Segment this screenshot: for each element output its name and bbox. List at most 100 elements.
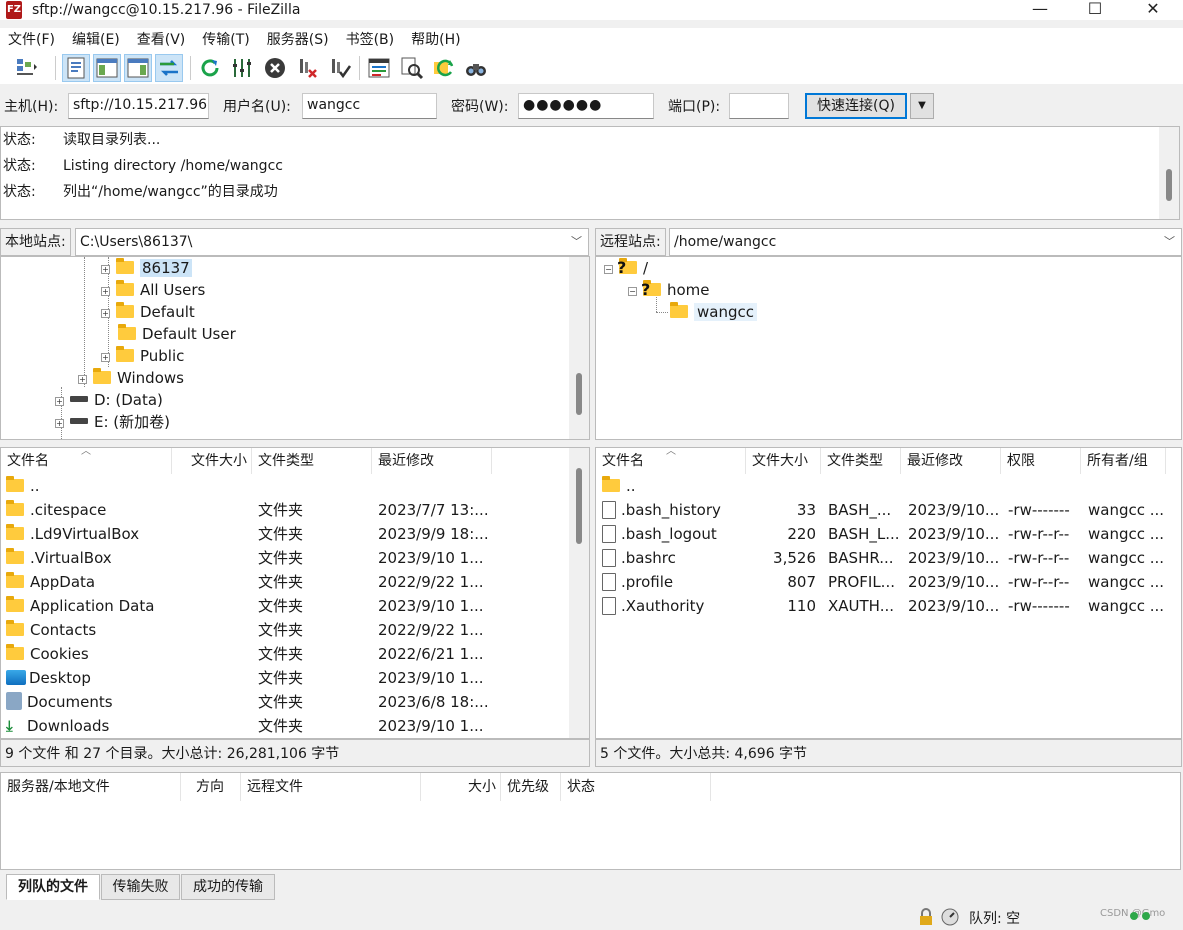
column-header-type[interactable]: 文件类型: [821, 448, 901, 474]
column-header-size[interactable]: 文件大小: [172, 448, 252, 474]
expand-icon[interactable]: +: [101, 353, 110, 362]
table-row[interactable]: ..: [1, 474, 589, 498]
tab-queued-files[interactable]: 列队的文件: [6, 874, 100, 900]
scroll-thumb[interactable]: [576, 373, 582, 415]
menu-server[interactable]: 服务器(S): [259, 28, 338, 52]
collapse-icon[interactable]: −: [604, 265, 613, 274]
table-row[interactable]: .Xauthority 110 XAUTH... 2023/9/10... -rw---…: [596, 594, 1181, 618]
column-header-permissions[interactable]: 权限: [1001, 448, 1081, 474]
process-queue-button[interactable]: [228, 54, 256, 82]
column-header-size[interactable]: 文件大小: [746, 448, 821, 474]
scroll-thumb[interactable]: [576, 468, 582, 544]
table-row[interactable]: .Ld9VirtualBox 文件夹 2023/9/9 18:...: [1, 522, 589, 546]
column-header-remote-file[interactable]: 远程文件: [241, 773, 421, 801]
tab-successful-transfers[interactable]: 成功的传输: [181, 874, 275, 900]
menu-help[interactable]: 帮助(H): [403, 28, 469, 52]
expand-icon[interactable]: +: [55, 419, 64, 428]
tree-item-wangcc[interactable]: wangcc: [670, 301, 757, 323]
table-row[interactable]: Documents 文件夹 2023/6/8 18:...: [1, 690, 589, 714]
table-row[interactable]: Application Data 文件夹 2023/9/10 1...: [1, 594, 589, 618]
sync-browse-icon: [434, 59, 454, 77]
tree-item-home[interactable]: −? home: [628, 279, 710, 301]
table-row[interactable]: .profile 807 PROFIL... 2023/9/10... -rw-r--r…: [596, 570, 1181, 594]
port-input[interactable]: [729, 93, 789, 119]
file-type: 文件夹: [258, 645, 304, 663]
refresh-button[interactable]: [196, 54, 224, 82]
tree-item-default-user[interactable]: Default User: [118, 323, 236, 345]
local-path-combo[interactable]: C:\Users\86137\ ﹀: [75, 228, 589, 256]
menu-transfer[interactable]: 传输(T): [194, 28, 258, 52]
menu-file[interactable]: 文件(F): [0, 28, 64, 52]
minimize-button[interactable]: —: [1017, 0, 1063, 20]
tree-item-default[interactable]: + Default: [101, 301, 195, 323]
tree-item-all-users[interactable]: + All Users: [101, 279, 205, 301]
chevron-down-icon[interactable]: ﹀: [571, 229, 582, 255]
expand-icon[interactable]: +: [78, 375, 87, 384]
toggle-local-tree-button[interactable]: [93, 54, 121, 82]
file-type: BASHR...: [828, 549, 894, 567]
log-scrollbar[interactable]: [1159, 127, 1179, 219]
file-type: 文件夹: [258, 573, 304, 591]
tree-item-drive-e[interactable]: + E: (新加卷): [55, 411, 170, 433]
reconnect-button[interactable]: [326, 54, 354, 82]
tree-item-86137[interactable]: +86137: [101, 257, 192, 279]
expand-icon[interactable]: +: [101, 265, 110, 274]
quickconnect-dropdown-button[interactable]: ▼: [910, 93, 934, 119]
tab-failed-transfers[interactable]: 传输失败: [101, 874, 180, 900]
menu-edit[interactable]: 编辑(E): [64, 28, 129, 52]
column-header-status[interactable]: 状态: [561, 773, 711, 801]
disconnect-button[interactable]: [294, 54, 322, 82]
table-row[interactable]: .bash_history 33 BASH_... 2023/9/10... -rw--…: [596, 498, 1181, 522]
table-row[interactable]: Desktop 文件夹 2023/9/10 1...: [1, 666, 589, 690]
expand-icon[interactable]: +: [55, 397, 64, 406]
table-row[interactable]: .citespace 文件夹 2023/7/7 13:...: [1, 498, 589, 522]
column-header-direction[interactable]: 方向: [181, 773, 241, 801]
speed-limit-icon[interactable]: [940, 907, 960, 930]
toggle-remote-tree-button[interactable]: [124, 54, 152, 82]
maximize-button[interactable]: ☐: [1072, 0, 1118, 20]
toggle-queue-button[interactable]: [155, 54, 183, 82]
tree-item-windows[interactable]: + Windows: [78, 367, 184, 389]
column-header-server-local-file[interactable]: 服务器/本地文件: [1, 773, 181, 801]
column-header-type[interactable]: 文件类型: [252, 448, 372, 474]
close-button[interactable]: ✕: [1130, 0, 1176, 20]
table-row[interactable]: ..: [596, 474, 1181, 498]
expand-icon[interactable]: +: [101, 287, 110, 296]
chevron-down-icon[interactable]: ﹀: [1164, 229, 1175, 255]
table-row[interactable]: .VirtualBox 文件夹 2023/9/10 1...: [1, 546, 589, 570]
toggle-log-button[interactable]: [62, 54, 90, 82]
cancel-button[interactable]: [261, 54, 289, 82]
column-header-modified[interactable]: 最近修改: [901, 448, 1001, 474]
table-row[interactable]: AppData 文件夹 2022/9/22 1...: [1, 570, 589, 594]
file-name-cell: AppData: [6, 570, 172, 594]
sync-browse-button[interactable]: [430, 54, 458, 82]
column-header-modified[interactable]: 最近修改: [372, 448, 492, 474]
remote-path-combo[interactable]: /home/wangcc ﹀: [669, 228, 1182, 256]
site-manager-button[interactable]: [4, 54, 50, 82]
log-scroll-thumb[interactable]: [1166, 169, 1172, 201]
filter-button[interactable]: [365, 54, 393, 82]
password-input[interactable]: ●●●●●●: [518, 93, 654, 119]
tree-item-drive-d[interactable]: + D: (Data): [55, 389, 163, 411]
tree-item-root[interactable]: −? /: [604, 257, 648, 279]
table-row[interactable]: ⤓ Downloads 文件夹 2023/9/10 1...: [1, 714, 589, 738]
local-list-scrollbar[interactable]: [569, 448, 589, 738]
collapse-icon[interactable]: −: [628, 287, 637, 296]
username-input[interactable]: wangcc: [302, 93, 437, 119]
menu-bookmarks[interactable]: 书签(B): [338, 28, 404, 52]
column-header-size[interactable]: 大小: [421, 773, 501, 801]
column-header-owner[interactable]: 所有者/组: [1081, 448, 1166, 474]
tree-item-public[interactable]: + Public: [101, 345, 184, 367]
column-header-priority[interactable]: 优先级: [501, 773, 561, 801]
table-row[interactable]: .bash_logout 220 BASH_L... 2023/9/10... -rw-…: [596, 522, 1181, 546]
compare-button[interactable]: [398, 54, 426, 82]
expand-icon[interactable]: +: [101, 309, 110, 318]
search-button[interactable]: [462, 54, 490, 82]
menu-view[interactable]: 查看(V): [129, 28, 195, 52]
table-row[interactable]: Cookies 文件夹 2022/6/21 1...: [1, 642, 589, 666]
host-input[interactable]: sftp://10.15.217.96: [68, 93, 209, 119]
table-row[interactable]: Contacts 文件夹 2022/9/22 1...: [1, 618, 589, 642]
table-row[interactable]: .bashrc 3,526 BASHR... 2023/9/10... -rw-r--r…: [596, 546, 1181, 570]
local-tree-scrollbar[interactable]: [569, 257, 589, 439]
quickconnect-button[interactable]: 快速连接(Q): [805, 93, 907, 119]
